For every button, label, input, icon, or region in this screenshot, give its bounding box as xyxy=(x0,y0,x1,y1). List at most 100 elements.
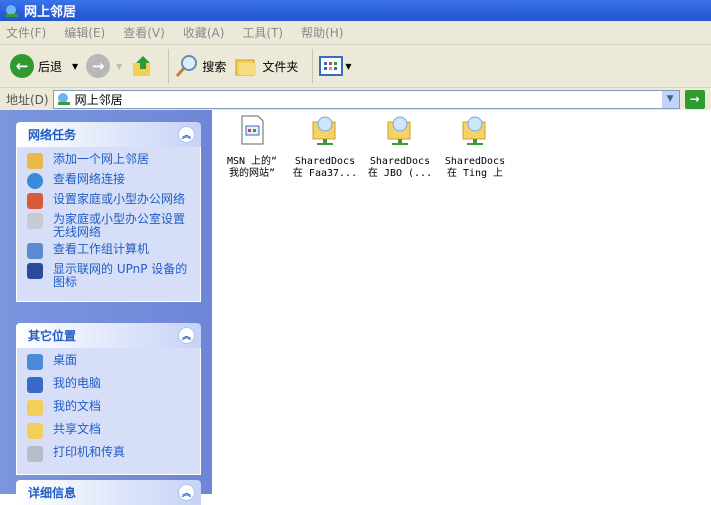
address-bar: 地址(D) 网上邻居 ▼ → xyxy=(0,88,711,110)
toolbar-separator xyxy=(168,49,170,83)
task-show-upnp[interactable]: 显示联网的 UPnP 设备的图标 xyxy=(27,263,192,289)
network-tasks-panel: 网络任务 ︽ 添加一个网上邻居 查看网络连接 设置家庭或小型办公网络 为家庭或小型… xyxy=(16,122,201,302)
collapse-chevron-icon[interactable]: ︽ xyxy=(178,126,195,143)
network-folder-icon xyxy=(312,116,336,145)
panel-header[interactable]: 详细信息 ︽ xyxy=(16,480,201,505)
task-label: 设置家庭或小型办公网络 xyxy=(53,192,186,206)
file-name-line1: MSN 上的“ xyxy=(226,156,278,167)
place-label: 共享文档 xyxy=(53,422,102,436)
menu-bar: 文件(F) 编辑(E) 查看(V) 收藏(A) 工具(T) 帮助(H) xyxy=(0,21,711,45)
file-name-line2: 在 Ting 上 xyxy=(446,168,504,179)
place-my-computer[interactable]: 我的电脑 xyxy=(27,377,192,393)
network-folder-icon xyxy=(462,116,486,145)
forward-arrow-icon: → xyxy=(86,54,111,78)
home-network-icon xyxy=(27,193,43,209)
forward-dropdown-icon: ▼ xyxy=(116,61,123,71)
file-item-shareddocs-jbo[interactable]: SharedDocs 在 JBO (... xyxy=(362,114,438,180)
file-item-msn[interactable]: MSN 上的“ 我的网站” xyxy=(214,114,290,180)
upnp-device-icon xyxy=(27,263,43,279)
search-icon xyxy=(176,55,198,77)
folders-button[interactable]: 文件夹 xyxy=(234,55,298,77)
place-desktop[interactable]: 桌面 xyxy=(27,354,192,370)
address-input[interactable]: 网上邻居 ▼ xyxy=(52,89,680,109)
views-icon xyxy=(319,56,344,76)
back-button[interactable]: ← 后退 ▼ xyxy=(10,54,78,78)
web-page-icon xyxy=(241,115,264,145)
go-arrow-icon: → xyxy=(689,92,700,106)
menu-view[interactable]: 查看(V) xyxy=(123,24,165,41)
back-arrow-icon: ← xyxy=(10,54,34,78)
add-network-place-icon xyxy=(27,153,43,169)
toolbar-separator xyxy=(312,49,314,83)
address-value: 网上邻居 xyxy=(74,92,123,107)
other-places-panel: 其它位置 ︽ 桌面 我的电脑 我的文档 共享文档 打印机和传真 xyxy=(16,323,201,475)
place-label: 打印机和传真 xyxy=(53,445,126,459)
panel-title: 其它位置 xyxy=(28,329,77,343)
folder-icon xyxy=(27,423,43,439)
printer-icon xyxy=(27,446,43,462)
file-item-shareddocs-ting[interactable]: SharedDocs 在 Ting 上 xyxy=(437,114,513,180)
task-setup-wireless[interactable]: 为家庭或小型办公室设置无线网络 xyxy=(27,213,192,239)
desktop-icon xyxy=(27,354,43,370)
address-dropdown-icon[interactable]: ▼ xyxy=(661,90,679,108)
panel-title: 网络任务 xyxy=(28,128,77,142)
task-add-network-place[interactable]: 添加一个网上邻居 xyxy=(27,153,192,169)
wireless-icon xyxy=(27,213,43,229)
back-label: 后退 xyxy=(38,59,63,74)
panel-title: 详细信息 xyxy=(28,486,77,500)
task-label: 查看工作组计算机 xyxy=(53,242,150,256)
expand-chevron-icon[interactable]: ︽ xyxy=(178,484,195,501)
network-places-icon xyxy=(57,93,70,105)
toolbar: ← 后退 ▼ → ▼ 搜索 文件夹 ▼ xyxy=(0,45,711,88)
folders-label: 文件夹 xyxy=(262,59,299,74)
file-name-line2: 我的网站” xyxy=(228,168,276,179)
window-title: 网上邻居 xyxy=(24,5,77,20)
details-panel: 详细信息 ︽ xyxy=(16,480,201,505)
network-folder-icon xyxy=(387,116,411,145)
place-label: 我的电脑 xyxy=(53,376,102,390)
file-name-line2: 在 JBO (... xyxy=(367,168,433,179)
up-folder-icon xyxy=(133,56,151,76)
panel-header[interactable]: 网络任务 ︽ xyxy=(16,122,201,147)
file-view: MSN 上的“ 我的网站” SharedDocs 在 Faa37... Shar… xyxy=(212,110,711,494)
task-label: 查看网络连接 xyxy=(53,172,126,186)
file-name-line2: 在 Faa37... xyxy=(292,168,358,179)
place-printers[interactable]: 打印机和传真 xyxy=(27,446,192,462)
panel-header[interactable]: 其它位置 ︽ xyxy=(16,323,201,348)
file-name-line1: SharedDocs xyxy=(294,156,356,167)
menu-tools[interactable]: 工具(T) xyxy=(242,24,283,41)
task-setup-home-network[interactable]: 设置家庭或小型办公网络 xyxy=(27,193,192,209)
file-name-line1: SharedDocs xyxy=(369,156,431,167)
views-dropdown-icon: ▼ xyxy=(345,61,352,71)
forward-button[interactable]: → ▼ xyxy=(86,54,122,78)
task-view-connections[interactable]: 查看网络连接 xyxy=(27,173,192,189)
place-label: 桌面 xyxy=(53,353,78,367)
my-documents-icon xyxy=(27,400,43,416)
views-button[interactable]: ▼ xyxy=(319,56,352,76)
workgroup-icon xyxy=(27,243,43,259)
menu-favorites[interactable]: 收藏(A) xyxy=(183,24,225,41)
menu-edit[interactable]: 编辑(E) xyxy=(64,24,105,41)
search-label: 搜索 xyxy=(202,59,227,74)
collapse-chevron-icon[interactable]: ︽ xyxy=(178,327,195,344)
network-places-icon xyxy=(6,4,18,17)
title-bar: 网上邻居 xyxy=(0,0,711,21)
search-button[interactable]: 搜索 xyxy=(175,54,226,78)
task-label: 为家庭或小型办公室设置无线网络 xyxy=(53,212,186,239)
task-view-workgroup[interactable]: 查看工作组计算机 xyxy=(27,243,192,259)
up-folder-button[interactable] xyxy=(130,54,154,78)
globe-icon xyxy=(27,173,43,189)
task-label: 显示联网的 UPnP 设备的图标 xyxy=(53,262,188,289)
go-button[interactable]: → xyxy=(684,89,705,109)
my-computer-icon xyxy=(27,377,43,393)
menu-help[interactable]: 帮助(H) xyxy=(301,24,343,41)
back-dropdown-icon[interactable]: ▼ xyxy=(72,62,78,71)
place-shared-documents[interactable]: 共享文档 xyxy=(27,423,192,439)
menu-file[interactable]: 文件(F) xyxy=(6,24,46,41)
place-label: 我的文档 xyxy=(53,399,102,413)
place-my-documents[interactable]: 我的文档 xyxy=(27,400,192,416)
task-pane: 网络任务 ︽ 添加一个网上邻居 查看网络连接 设置家庭或小型办公网络 为家庭或小型… xyxy=(0,110,212,505)
file-name-line1: SharedDocs xyxy=(444,156,506,167)
file-item-shareddocs-faa37[interactable]: SharedDocs 在 Faa37... xyxy=(287,114,363,180)
task-label: 添加一个网上邻居 xyxy=(53,152,150,166)
